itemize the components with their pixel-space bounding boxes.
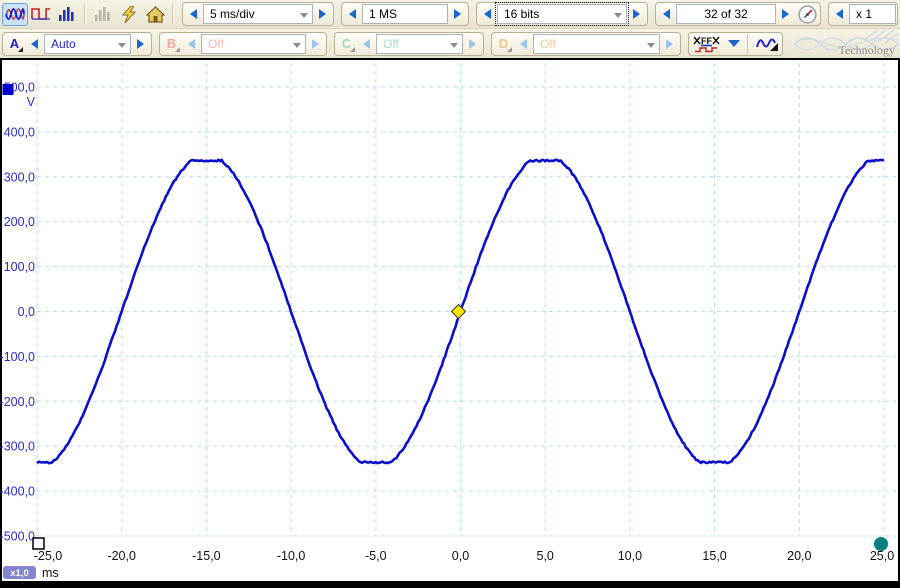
y-axis-tick-label: 0,0 — [18, 305, 35, 319]
x-axis-tick-label: 0,0 — [452, 549, 469, 563]
y-axis-unit: V — [27, 95, 36, 109]
x-axis-tick-label: 25,0 — [870, 549, 894, 563]
y-axis-tick-label: -200,0 — [0, 395, 35, 409]
chart-svg[interactable]: 500,0400,0300,0200,0100,00,0-100,0-200,0… — [0, 0, 900, 588]
x-axis-tick-label: 20,0 — [787, 549, 811, 563]
y-axis-tick-label: -400,0 — [0, 485, 35, 499]
y-axis-handle-square[interactable] — [3, 84, 14, 95]
y-axis-tick-label: 100,0 — [4, 260, 35, 274]
app-window: 5 ms/div 1 MS 16 bits 32 of 32 — [0, 0, 900, 588]
y-axis-tick-label: -300,0 — [0, 440, 35, 454]
x-scale-badge-label: x1,0 — [10, 568, 29, 579]
x-axis-unit: ms — [42, 566, 59, 580]
x-axis-tick-label: -20,0 — [107, 549, 136, 563]
x-axis-tick-label: -5,0 — [365, 549, 387, 563]
x-axis-tick-label: -25,0 — [34, 549, 63, 563]
y-axis-tick-label: -100,0 — [0, 350, 35, 364]
plot-background[interactable] — [2, 60, 898, 581]
x-axis-handle-circle[interactable] — [874, 537, 888, 551]
x-axis-tick-label: -10,0 — [277, 549, 306, 563]
x-axis-tick-label: 10,0 — [618, 549, 642, 563]
origin-handle-square[interactable] — [33, 538, 44, 549]
y-axis-tick-label: 200,0 — [4, 215, 35, 229]
x-axis-tick-label: 5,0 — [537, 549, 554, 563]
y-axis-tick-label: 400,0 — [4, 125, 35, 139]
y-axis-tick-label: -500,0 — [0, 530, 35, 544]
x-axis-tick-label: 15,0 — [702, 549, 726, 563]
x-axis-tick-label: -15,0 — [192, 549, 221, 563]
y-axis-tick-label: 300,0 — [4, 170, 35, 184]
